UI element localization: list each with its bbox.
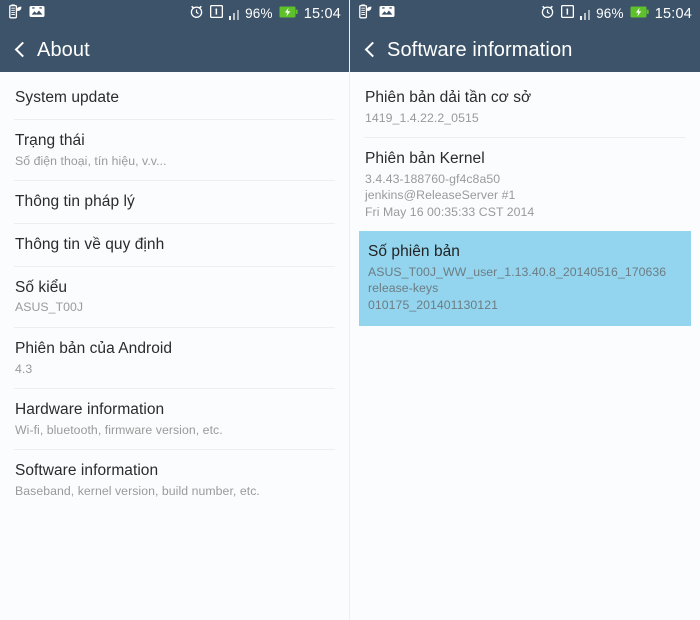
list-item-subtitle-line: Số điện thoại, tín hiệu, v.v... — [15, 153, 167, 168]
settings-list-software-information: Phiên bản dải tần cơ sở 1419_1.4.22.2_05… — [350, 72, 700, 620]
list-item-subtitle-line: 010175_201401130121 — [368, 297, 498, 312]
list-item-subtitle-line: jenkins@ReleaseServer #1 — [365, 188, 516, 203]
list-item-subtitle: Wi-fi, bluetooth, firmware version, etc. — [15, 422, 333, 438]
list-item-subtitle: ASUS_T00J_WW_user_1.13.40.8_20140516_170… — [368, 264, 683, 313]
action-bar-software-information: Software information — [350, 28, 700, 72]
list-item-subtitle-line: ASUS_T00J_WW_user_1.13.40.8_20140516_170… — [368, 264, 667, 296]
page-title: Software information — [387, 38, 573, 61]
sim-1-icon — [560, 4, 574, 23]
charging-battery-icon — [279, 5, 298, 23]
alarm-clock-icon — [540, 4, 555, 24]
list-item-title: Phiên bản Kernel — [365, 150, 485, 168]
list-item-subtitle: 3.4.43-188760-gf4c8a50 jenkins@ReleaseSe… — [365, 171, 684, 220]
list-item-subtitle: Số điện thoại, tín hiệu, v.v... — [15, 153, 333, 169]
list-item-subtitle: ASUS_T00J — [15, 299, 333, 315]
list-item-subtitle-line: Baseband, kernel version, build number, … — [15, 484, 260, 498]
list-item-title: Số kiểu — [15, 278, 68, 296]
list-item-subtitle: Baseband, kernel version, build number, … — [15, 483, 333, 499]
power-saver-leaf-icon — [359, 4, 372, 24]
sim-1-icon — [209, 4, 223, 23]
status-bar-left: 96% 15:04 — [0, 0, 349, 28]
list-item[interactable]: Số kiểu ASUS_T00J — [0, 265, 349, 327]
clock-label: 15:04 — [303, 5, 341, 22]
status-bar-right: 96% 15:04 — [350, 0, 700, 28]
list-item-title: System update — [15, 89, 120, 106]
screen-software-information: 96% 15:04 Software information Phiên bản… — [350, 0, 700, 620]
status-bar-right-icons: 96% 15:04 — [189, 4, 341, 24]
list-item-subtitle: 4.3 — [15, 361, 333, 377]
list-item[interactable]: Trạng thái Số điện thoại, tín hiệu, v.v.… — [0, 118, 349, 180]
list-item-subtitle-line: 3.4.43-188760-gf4c8a50 — [365, 172, 501, 186]
list-item-subtitle-line: Fri May 16 00:35:33 CST 2014 — [365, 204, 535, 219]
list-item-subtitle-line: 1419_1.4.22.2_0515 — [365, 110, 479, 125]
status-bar-left-icons — [9, 4, 45, 24]
list-item[interactable]: Thông tin về quy định — [0, 222, 349, 266]
list-item-title: Phiên bản dải tần cơ sở — [365, 89, 532, 106]
list-item[interactable]: Software information Baseband, kernel ve… — [0, 449, 349, 510]
charging-battery-icon — [630, 5, 649, 23]
clock-label: 15:04 — [654, 5, 692, 22]
list-item-subtitle-line: ASUS_T00J — [15, 300, 84, 315]
list-item-title: Thông tin về quy định — [15, 235, 165, 253]
list-item-title: Hardware information — [15, 401, 165, 418]
list-item-title: Số phiên bản — [368, 243, 460, 261]
screenshot-image-icon — [379, 5, 395, 23]
battery-percent-label: 96% — [596, 6, 624, 22]
list-item[interactable]: Thông tin pháp lý — [0, 180, 349, 223]
signal-bars-icon — [579, 8, 591, 20]
status-bar-right-icons: 96% 15:04 — [540, 4, 692, 24]
list-item[interactable]: Phiên bản dải tần cơ sở 1419_1.4.22.2_05… — [350, 76, 700, 137]
list-item-title: Phiên bản của Android — [15, 339, 173, 357]
back-chevron-icon[interactable] — [12, 36, 32, 64]
list-item-title: Software information — [15, 462, 159, 480]
status-bar-left-icons — [359, 4, 395, 24]
list-item[interactable]: Phiên bản của Android 4.3 — [0, 326, 349, 388]
list-item-subtitle-line: 4.3 — [15, 361, 33, 376]
power-saver-leaf-icon — [9, 4, 22, 24]
action-bar-about: About — [0, 28, 349, 72]
list-item-selected-build-number[interactable]: Số phiên bản ASUS_T00J_WW_user_1.13.40.8… — [359, 231, 691, 326]
list-item-title: Trạng thái — [15, 131, 85, 149]
page-title: About — [37, 38, 90, 61]
alarm-clock-icon — [189, 4, 204, 24]
back-chevron-icon[interactable] — [362, 36, 382, 64]
list-item-subtitle-line: Wi-fi, bluetooth, firmware version, etc. — [15, 422, 223, 437]
signal-bars-icon — [228, 8, 240, 20]
settings-list-about: System update Trạng thái Số điện thoại, … — [0, 72, 349, 620]
list-item[interactable]: System update — [0, 76, 349, 119]
screen-about: 96% 15:04 About System update Trạng thái… — [0, 0, 350, 620]
dual-screenshot-container: 96% 15:04 About System update Trạng thái… — [0, 0, 700, 620]
list-item-title: Thông tin pháp lý — [15, 193, 135, 210]
list-item[interactable]: Hardware information Wi-fi, bluetooth, f… — [0, 388, 349, 449]
list-item-subtitle: 1419_1.4.22.2_0515 — [365, 110, 684, 126]
list-item[interactable]: Phiên bản Kernel 3.4.43-188760-gf4c8a50 … — [350, 137, 700, 231]
battery-percent-label: 96% — [245, 6, 273, 22]
screenshot-image-icon — [29, 5, 45, 23]
